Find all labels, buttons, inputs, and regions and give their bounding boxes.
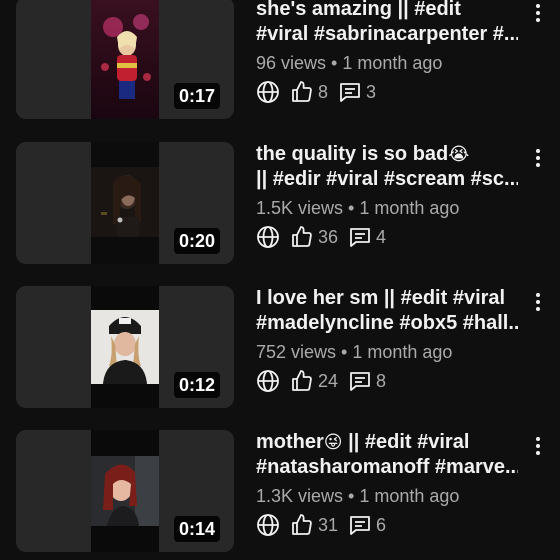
likes[interactable]: 8	[290, 80, 338, 104]
globe-icon	[257, 370, 279, 392]
upload-age: 1 month ago	[342, 53, 443, 73]
likes[interactable]: 36	[290, 225, 348, 249]
comment-count: 8	[376, 370, 387, 391]
globe-icon	[257, 226, 279, 248]
globe-icon	[257, 514, 279, 536]
video-actions: 24 8	[256, 368, 518, 394]
comment-icon	[350, 372, 370, 391]
video-title[interactable]: I love her sm || #edit #viral #madelyncl…	[256, 286, 518, 336]
video-thumbnail[interactable]: 0:20	[16, 142, 234, 264]
stats-separator: •	[343, 486, 360, 506]
comments[interactable]: 4	[348, 225, 396, 249]
thumbs-up-icon	[292, 226, 312, 247]
video-actions: 31 6	[256, 512, 518, 538]
thumbnail-image	[91, 142, 159, 264]
video-title[interactable]: mother😜 || #edit #viral #natasharomanoff…	[256, 430, 518, 480]
stats-separator: •	[343, 198, 360, 218]
comment-icon	[340, 83, 360, 102]
video-duration: 0:14	[173, 516, 220, 542]
like-count: 8	[318, 81, 329, 102]
video-duration: 0:20	[173, 228, 220, 254]
more-vert-icon[interactable]	[530, 1, 546, 25]
video-thumbnail[interactable]: 0:17	[16, 0, 234, 119]
video-stats: 1.5K views • 1 month ago	[256, 196, 518, 220]
likes[interactable]: 31	[290, 513, 348, 537]
thumbnail-image	[91, 286, 159, 408]
view-count: 1.5K views	[256, 198, 344, 218]
comment-count: 3	[366, 81, 377, 102]
video-meta: she's amazing || #edit #viral #sabrinaca…	[256, 0, 518, 105]
title-line-2: #viral #sabrinacarpenter #...	[256, 23, 518, 45]
thumbs-up-icon	[292, 370, 312, 391]
video-thumbnail[interactable]: 0:12	[16, 286, 234, 408]
comments[interactable]: 6	[348, 513, 396, 537]
more-vert-icon[interactable]	[530, 290, 546, 314]
upload-age: 1 month ago	[359, 486, 460, 506]
thumbs-up-icon	[292, 514, 312, 535]
title-line-2: #natasharomanoff #marve...	[256, 456, 518, 478]
thumbnail-image	[91, 430, 159, 552]
video-item[interactable]: 0:20 the quality is so bad😭 || #edir #vi…	[0, 142, 560, 266]
title-line-1: the quality is so bad	[256, 143, 449, 165]
title-line-1-rest: || #edit #viral	[342, 431, 470, 453]
comments[interactable]: 3	[338, 80, 386, 104]
comment-count: 6	[376, 514, 387, 535]
video-stats: 752 views • 1 month ago	[256, 340, 518, 364]
thumbnail-image	[91, 0, 159, 119]
video-stats: 96 views • 1 month ago	[256, 51, 518, 75]
winking-tongue-emoji-icon: 😜	[323, 432, 343, 453]
title-line-1: I love her sm || #edit #viral	[256, 287, 506, 309]
more-vert-icon[interactable]	[530, 434, 546, 458]
like-count: 36	[318, 226, 339, 247]
stats-separator: •	[326, 53, 343, 73]
comment-icon	[350, 516, 370, 535]
view-count: 752 views	[256, 342, 337, 362]
comment-count: 4	[376, 226, 387, 247]
video-actions: 8 3	[256, 79, 518, 105]
video-thumbnail[interactable]: 0:14	[16, 430, 234, 552]
title-line-2: #madelyncline #obx5 #hall...	[256, 312, 518, 334]
video-meta: mother😜 || #edit #viral #natasharomanoff…	[256, 430, 518, 538]
likes[interactable]: 24	[290, 369, 348, 393]
upload-age: 1 month ago	[352, 342, 453, 362]
video-item[interactable]: 0:12 I love her sm || #edit #viral #made…	[0, 286, 560, 410]
crying-emoji-icon: 😭	[448, 144, 470, 165]
view-count: 1.3K views	[256, 486, 344, 506]
comments[interactable]: 8	[348, 369, 396, 393]
video-meta: the quality is so bad😭 || #edir #viral #…	[256, 142, 518, 250]
video-meta: I love her sm || #edit #viral #madelyncl…	[256, 286, 518, 394]
stats-separator: •	[336, 342, 353, 362]
upload-age: 1 month ago	[359, 198, 460, 218]
title-line-1: mother	[256, 431, 324, 453]
video-item[interactable]: 0:14 mother😜 || #edit #viral #natasharom…	[0, 430, 560, 554]
video-item[interactable]: 0:17 she's amazing || #edit #viral #sabr…	[0, 0, 560, 121]
more-vert-icon[interactable]	[530, 146, 546, 170]
video-duration: 0:17	[173, 83, 220, 109]
view-count: 96 views	[256, 53, 327, 73]
like-count: 24	[318, 370, 339, 391]
comment-icon	[350, 228, 370, 247]
video-stats: 1.3K views • 1 month ago	[256, 484, 518, 508]
video-duration: 0:12	[173, 372, 220, 398]
video-list: 0:17 she's amazing || #edit #viral #sabr…	[0, 0, 560, 560]
video-title[interactable]: the quality is so bad😭 || #edir #viral #…	[256, 142, 518, 192]
like-count: 31	[318, 514, 339, 535]
globe-icon	[257, 81, 279, 103]
title-line-2: || #edir #viral #scream #sc...	[256, 168, 518, 190]
video-actions: 36 4	[256, 224, 518, 250]
thumbs-up-icon	[292, 81, 312, 102]
title-line-1: she's amazing || #edit	[256, 0, 461, 20]
video-title[interactable]: she's amazing || #edit #viral #sabrinaca…	[256, 0, 518, 47]
